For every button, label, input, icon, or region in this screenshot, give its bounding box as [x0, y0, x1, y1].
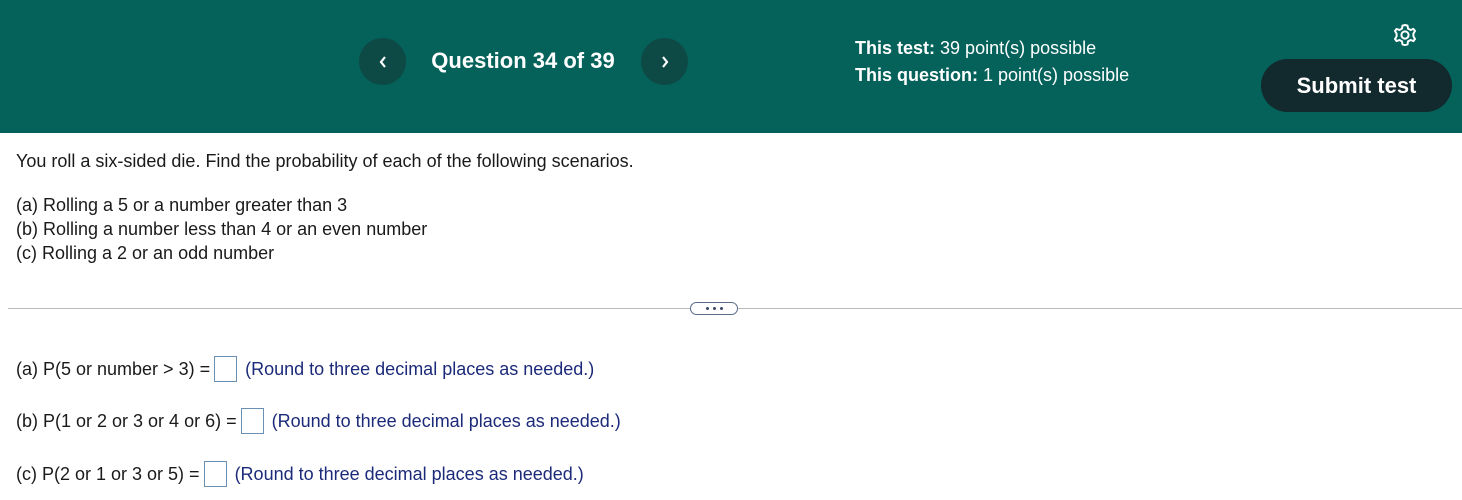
- settings-button[interactable]: [1390, 20, 1420, 50]
- chevron-left-icon: [379, 55, 386, 68]
- answer-label-a: (a) P(5 or number > 3) =: [16, 358, 211, 379]
- top-bar: Question 34 of 39 This test: 39 point(s)…: [0, 0, 1462, 133]
- test-points: This test: 39 point(s) possible: [855, 38, 1096, 59]
- question-points-label: This question:: [855, 65, 978, 85]
- answer-label-b: (b) P(1 or 2 or 3 or 4 or 6) =: [16, 410, 237, 431]
- question-part-c: (c) Rolling a 2 or an odd number: [16, 243, 275, 263]
- answer-hint-b: (Round to three decimal places as needed…: [271, 410, 621, 431]
- answer-input-b[interactable]: [240, 408, 264, 434]
- expand-more-button[interactable]: [690, 302, 738, 315]
- answer-input-a[interactable]: [214, 356, 238, 382]
- next-question-button[interactable]: [641, 38, 688, 85]
- ellipsis-icon: [705, 307, 709, 310]
- answer-input-c[interactable]: [203, 461, 227, 487]
- question-intro: You roll a six-sided die. Find the proba…: [16, 151, 634, 171]
- previous-question-button[interactable]: [359, 38, 406, 85]
- submit-test-button[interactable]: Submit test: [1261, 59, 1452, 112]
- question-points: This question: 1 point(s) possible: [855, 65, 1129, 86]
- answer-row-c: (c) P(2 or 1 or 3 or 5) = (Round to thre…: [16, 459, 584, 489]
- question-part-b: (b) Rolling a number less than 4 or an e…: [16, 219, 428, 239]
- answer-row-a: (a) P(5 or number > 3) = (Round to three…: [16, 354, 594, 384]
- answer-label-c: (c) P(2 or 1 or 3 or 5) =: [16, 463, 200, 484]
- chevron-right-icon: [661, 55, 668, 68]
- test-points-label: This test:: [855, 38, 936, 58]
- answer-row-b: (b) P(1 or 2 or 3 or 4 or 6) = (Round to…: [16, 406, 621, 436]
- answer-hint-a: (Round to three decimal places as needed…: [245, 358, 595, 379]
- answer-hint-c: (Round to three decimal places as needed…: [234, 463, 584, 484]
- question-title: Question 34 of 39: [431, 48, 615, 73]
- question-part-a: (a) Rolling a 5 or a number greater than…: [16, 195, 348, 215]
- test-points-value: 39 point(s) possible: [940, 38, 1097, 58]
- question-points-value: 1 point(s) possible: [983, 65, 1130, 85]
- gear-icon: [1394, 24, 1416, 46]
